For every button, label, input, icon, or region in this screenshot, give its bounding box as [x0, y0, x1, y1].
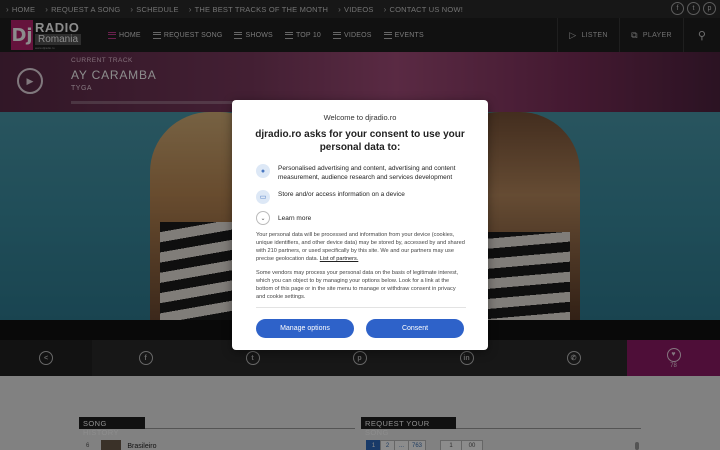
learn-more-label: Learn more — [278, 214, 312, 222]
consent-button[interactable]: Consent — [366, 319, 464, 338]
manage-options-button[interactable]: Manage options — [256, 319, 354, 338]
purpose-text: Store and/or access information on a dev… — [278, 191, 405, 198]
consent-info-paragraph: Your personal data will be processed and… — [256, 231, 466, 263]
device-icon: ▭ — [256, 190, 270, 204]
person-icon: ● — [256, 164, 270, 178]
legitimate-interest-paragraph: Some vendors may process your personal d… — [256, 270, 459, 300]
list-of-partners-link[interactable]: List of partners. — [320, 256, 359, 262]
dialog-welcome: Welcome to djradio.ro — [323, 113, 397, 122]
chevron-down-icon: ⌄ — [256, 211, 270, 225]
dialog-title: djradio.ro asks for your consent to use … — [255, 129, 465, 153]
purpose-device-storage: ▭ Store and/or access information on a d… — [256, 190, 468, 204]
purpose-personalised-ads: ● Personalised advertising and content, … — [256, 164, 468, 182]
consent-info-text: Your personal data will be processed and… — [256, 232, 465, 262]
consent-dialog: Welcome to djradio.ro djradio.ro asks fo… — [232, 100, 488, 350]
purpose-text: Personalised advertising and content, ad… — [278, 165, 456, 181]
divider — [256, 307, 466, 308]
learn-more-toggle[interactable]: ⌄ Learn more — [256, 211, 311, 225]
